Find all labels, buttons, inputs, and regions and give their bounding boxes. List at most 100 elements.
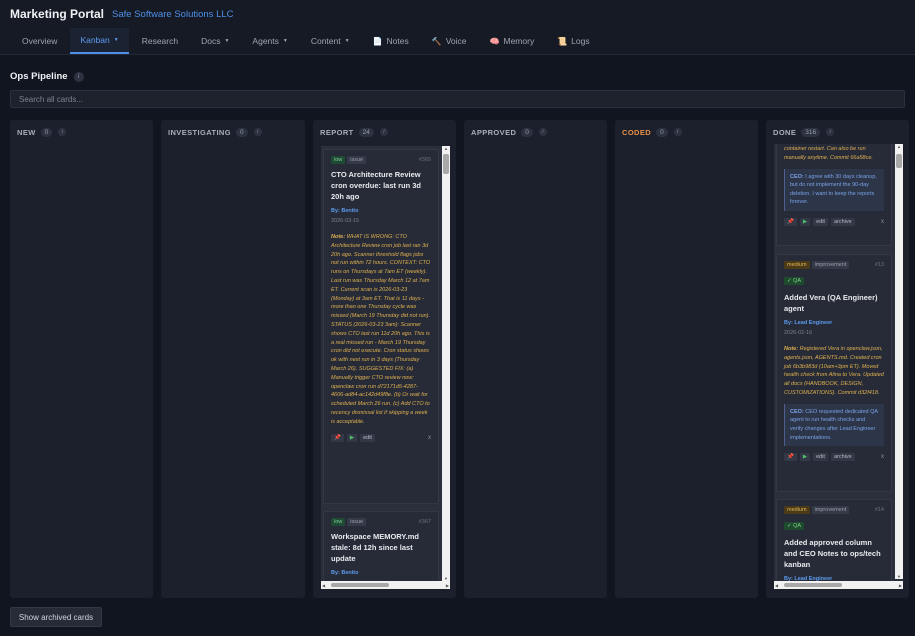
card-actions: 📌 ▶ edit archive x xyxy=(784,453,884,462)
play-icon[interactable]: ▶ xyxy=(799,217,811,226)
scroll-right-icon[interactable]: ▶ xyxy=(446,583,449,588)
card-id: #14 xyxy=(874,507,884,513)
scrollbar-thumb[interactable] xyxy=(784,583,842,587)
scrollbar-thumb[interactable] xyxy=(331,583,389,587)
tab-memory[interactable]: 🧠 Memory xyxy=(480,28,545,54)
card-list[interactable]: low issue #365 CTO Architecture Review c… xyxy=(321,146,450,589)
archive-button[interactable]: archive xyxy=(830,217,855,226)
column-title: APPROVED xyxy=(471,127,517,137)
tab-label: Research xyxy=(141,36,179,46)
scroll-right-icon[interactable]: ▶ xyxy=(899,583,902,588)
tab-label: Docs xyxy=(201,36,221,46)
pin-icon[interactable]: 📌 xyxy=(784,217,797,226)
kanban-card[interactable]: container restart. Can also be run manua… xyxy=(776,144,892,246)
scroll-up-icon[interactable]: ▲ xyxy=(897,144,901,149)
card-title: Workspace MEMORY.md stale: 8d 12h since … xyxy=(331,532,419,563)
ceo-text: CEO requested dedicated QA agent to run … xyxy=(790,408,878,441)
card-id: #367 xyxy=(418,519,431,525)
scroll-left-icon[interactable]: ◀ xyxy=(322,583,325,588)
tab-label: Voice xyxy=(445,36,467,46)
tab-logs[interactable]: 📜 Logs xyxy=(547,28,599,54)
ceo-label: CEO: xyxy=(790,173,804,180)
scroll-icon: 📜 xyxy=(557,36,568,46)
close-icon[interactable]: x xyxy=(881,219,884,225)
tab-notes[interactable]: 📄 Notes xyxy=(363,28,419,54)
tab-voice[interactable]: 🔨 Voice xyxy=(422,28,477,54)
column-title: CODED xyxy=(622,127,652,137)
tab-label: Content xyxy=(310,36,341,46)
scroll-down-icon[interactable]: ▼ xyxy=(897,574,901,579)
column-count: 24 xyxy=(358,127,374,137)
info-icon[interactable]: i xyxy=(673,128,682,136)
kanban-board: NEW 0 i INVESTIGATING 0 i REPORT 24 i lo… xyxy=(10,120,909,598)
card-tags: medium improvement #13 xyxy=(784,261,884,269)
close-icon[interactable]: x xyxy=(428,435,431,441)
tab-research[interactable]: Research xyxy=(132,28,188,54)
tab-label: Kanban xyxy=(80,35,110,45)
info-icon[interactable]: i xyxy=(826,128,835,136)
org-link[interactable]: Safe Software Solutions LLC xyxy=(112,9,233,20)
card-actions: 📌 ▶ edit archive x xyxy=(784,217,884,226)
info-icon[interactable]: i xyxy=(379,128,388,136)
priority-badge: medium xyxy=(784,261,810,269)
kanban-card[interactable]: medium improvement #13 ✓ QA Added Vera (… xyxy=(776,254,892,492)
card-date: 2026-03-15 xyxy=(331,218,360,224)
play-icon[interactable]: ▶ xyxy=(346,433,358,442)
close-icon[interactable]: x xyxy=(881,454,884,460)
edit-button[interactable]: edit xyxy=(360,433,375,442)
agent-badge: ✓ QA xyxy=(784,277,805,285)
tab-kanban[interactable]: Kanban ▼ xyxy=(70,28,129,54)
info-icon[interactable]: i xyxy=(73,71,84,82)
card-title: Added approved column and CEO Notes to o… xyxy=(784,538,881,569)
pin-icon[interactable]: 📌 xyxy=(784,453,797,462)
info-icon[interactable]: i xyxy=(253,128,262,136)
info-icon[interactable]: i xyxy=(58,128,67,136)
kanban-card[interactable]: low issue #365 CTO Architecture Review c… xyxy=(323,149,439,504)
type-badge: issue xyxy=(347,156,367,164)
pin-icon[interactable]: 📌 xyxy=(331,433,344,442)
brain-icon: 🧠 xyxy=(489,36,500,46)
scrollbar-thumb[interactable] xyxy=(443,154,449,174)
card-id: #13 xyxy=(874,262,884,268)
chevron-down-icon: ▼ xyxy=(344,38,350,44)
column-title: REPORT xyxy=(320,127,354,137)
tab-docs[interactable]: Docs ▼ xyxy=(191,28,239,54)
kanban-card[interactable]: medium improvement #14 ✓ QA Added approv… xyxy=(776,499,892,589)
vertical-scrollbar[interactable]: ▲ ▼ xyxy=(442,146,450,581)
card-title: Added Vera (QA Engineer) agent xyxy=(784,293,878,313)
top-bar: Marketing Portal Safe Software Solutions… xyxy=(0,0,915,28)
scroll-left-icon[interactable]: ◀ xyxy=(775,583,778,588)
vertical-scrollbar[interactable]: ▲ ▼ xyxy=(895,144,903,579)
ceo-note: CEO: I agree with 30 days cleanup, but d… xyxy=(784,168,884,211)
info-icon[interactable]: i xyxy=(538,128,547,136)
card-list[interactable]: container restart. Can also be run manua… xyxy=(774,144,903,589)
tab-agents[interactable]: Agents ▼ xyxy=(242,28,297,54)
horizontal-scrollbar[interactable]: ◀ ▶ xyxy=(321,581,450,589)
show-archived-button[interactable]: Show archived cards xyxy=(10,607,102,627)
scrollbar-thumb[interactable] xyxy=(896,154,902,168)
priority-badge: medium xyxy=(784,506,810,514)
column-report: REPORT 24 i low issue #365 CTO Architect… xyxy=(313,120,456,598)
chevron-down-icon: ▼ xyxy=(282,38,288,44)
tab-overview[interactable]: Overview xyxy=(12,28,67,54)
archive-button[interactable]: archive xyxy=(830,453,855,462)
horizontal-scrollbar[interactable]: ◀ ▶ xyxy=(774,581,903,589)
column-header: APPROVED 0 i xyxy=(464,120,607,144)
note-label: Note: xyxy=(784,346,799,352)
scroll-up-icon[interactable]: ▲ xyxy=(444,146,448,151)
note-text: Registered Vera in openclaw.json, agents… xyxy=(784,346,884,396)
search-input[interactable]: Search all cards... xyxy=(10,90,905,108)
column-count: 0 xyxy=(40,127,53,137)
card-author: By: Benito xyxy=(331,208,359,214)
type-badge: issue xyxy=(347,518,367,526)
play-icon[interactable]: ▶ xyxy=(799,453,811,462)
column-header: CODED 0 i xyxy=(615,120,758,144)
card-author: By: Lead Engineer xyxy=(784,320,833,326)
kanban-card[interactable]: low issue #367 Workspace MEMORY.md stale… xyxy=(323,511,439,589)
note-label: Note: xyxy=(331,234,346,240)
tab-content[interactable]: Content ▼ xyxy=(301,28,360,54)
type-badge: improvement xyxy=(811,261,850,269)
ceo-label: CEO: xyxy=(790,408,804,415)
edit-button[interactable]: edit xyxy=(813,217,828,226)
edit-button[interactable]: edit xyxy=(813,453,828,462)
